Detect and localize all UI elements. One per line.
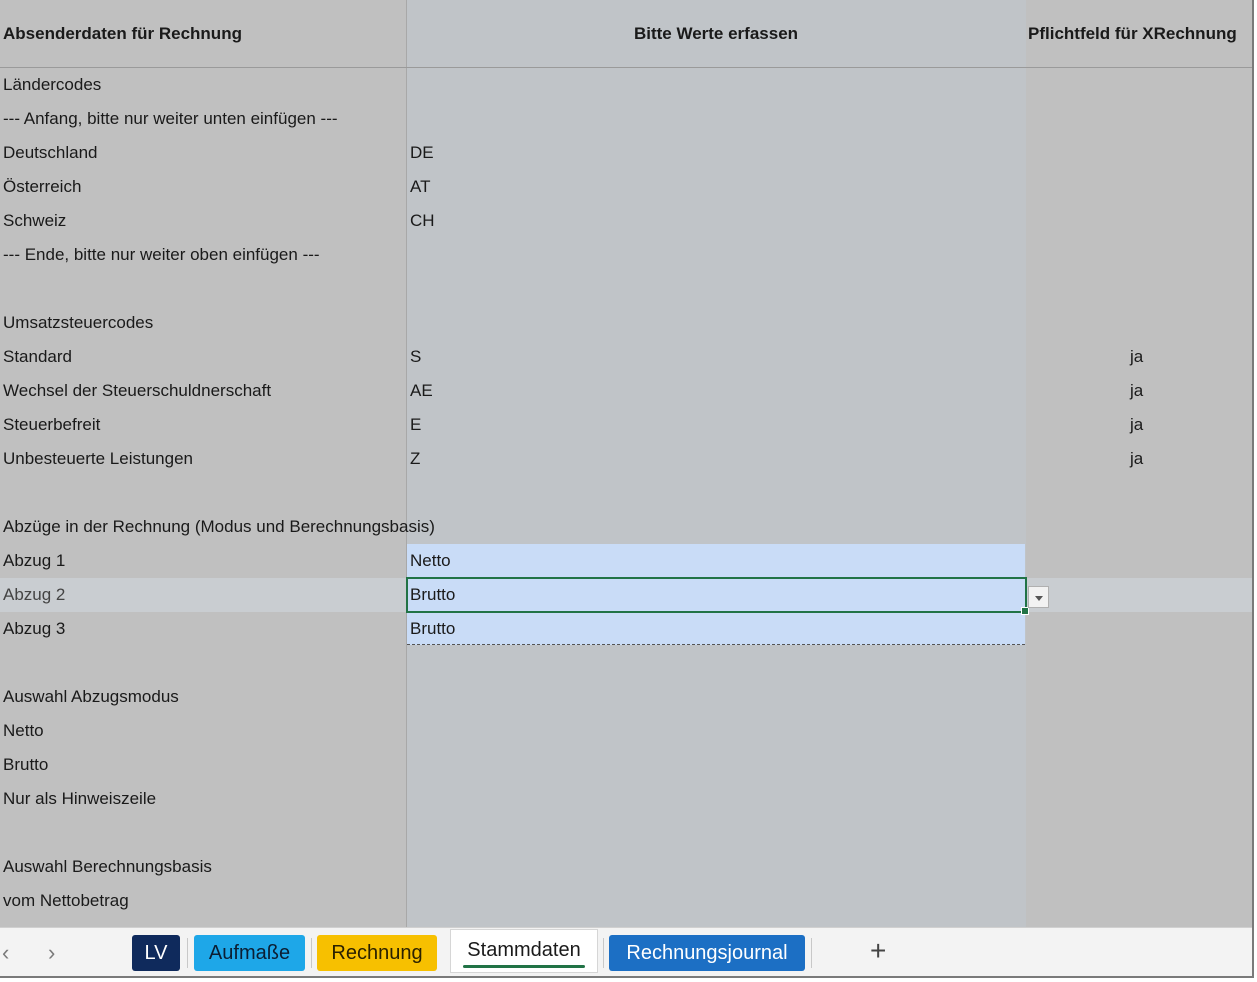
- cell-label: Steuerbefreit: [3, 415, 101, 434]
- cell-label: Auswahl Abzugsmodus: [3, 687, 179, 706]
- cell-label: --- Ende, bitte nur weiter oben einfügen…: [3, 245, 320, 264]
- cell-label: Wechsel der Steuerschuldnerschaft: [3, 381, 272, 400]
- table-row[interactable]: Deutschland DE: [0, 136, 1252, 170]
- tab-stammdaten-label: Stammdaten: [467, 939, 581, 961]
- window-bottom-border: [0, 976, 1254, 978]
- table-row[interactable]: [0, 272, 1252, 306]
- cell-label: Abzug 3: [3, 619, 66, 638]
- cell-value: Brutto: [410, 585, 456, 604]
- header-mandatory-xrechnung: Pflichtfeld für XRechnung: [1028, 24, 1237, 43]
- table-row[interactable]: Abzüge in der Rechnung (Modus und Berech…: [0, 510, 1252, 544]
- cell-label: Abzug 1: [3, 551, 66, 570]
- table-row[interactable]: Auswahl Berechnungsbasis: [0, 850, 1252, 884]
- cell-value: AE: [410, 381, 433, 400]
- cell-label: Brutto: [3, 755, 49, 774]
- cell-label: Abzüge in der Rechnung (Modus und Berech…: [3, 517, 435, 536]
- table-row[interactable]: Brutto: [0, 748, 1252, 782]
- tab-separator: [187, 938, 188, 968]
- cell-label: Nur als Hinweiszeile: [3, 789, 157, 808]
- sheet-tab-bar: ‹ › LV Aufmaße Rechnung Stammdaten Rechn…: [0, 927, 1252, 978]
- cell-label: --- Anfang, bitte nur weiter unten einfü…: [3, 109, 338, 128]
- cell-label: Schweiz: [3, 211, 67, 230]
- table-row[interactable]: Schweiz CH: [0, 204, 1252, 238]
- cell-label: Standard: [3, 347, 72, 366]
- tab-lv[interactable]: LV: [132, 935, 180, 971]
- table-row[interactable]: vom Nettobetrag: [0, 884, 1252, 918]
- cell-value: E: [410, 415, 422, 434]
- table-row[interactable]: Umsatzsteuercodes: [0, 306, 1252, 340]
- cell-value: Brutto: [410, 619, 456, 638]
- cell-mandatory: ja: [1130, 381, 1144, 400]
- cell-value: AT: [410, 177, 431, 196]
- cell-value: S: [410, 347, 422, 366]
- tab-separator: [603, 938, 604, 968]
- cell-label: Abzug 2: [3, 585, 66, 604]
- table-row[interactable]: [0, 476, 1252, 510]
- cell-mandatory: ja: [1130, 415, 1144, 434]
- table-row[interactable]: Abzug 3 Brutto: [0, 612, 1252, 646]
- table-row[interactable]: Wechsel der Steuerschuldnerschaft AE ja: [0, 374, 1252, 408]
- cell-label: Österreich: [3, 177, 82, 196]
- tab-rechnung[interactable]: Rechnung: [317, 935, 437, 971]
- table-row[interactable]: Auswahl Abzugsmodus: [0, 680, 1252, 714]
- tab-scroll-next-icon[interactable]: ›: [48, 938, 55, 968]
- tab-aufmasse[interactable]: Aufmaße: [194, 935, 305, 971]
- cell-label: Netto: [3, 721, 44, 740]
- cell-value: Netto: [410, 551, 451, 570]
- table-row[interactable]: Österreich AT: [0, 170, 1252, 204]
- cell-dropdown-button[interactable]: [1028, 586, 1049, 608]
- cell-label: Deutschland: [3, 143, 98, 162]
- window-right-border: [1252, 0, 1254, 977]
- cell-label: Umsatzsteuercodes: [3, 313, 154, 332]
- table-row[interactable]: Steuerbefreit Eja: [0, 408, 1252, 442]
- tab-stammdaten[interactable]: Stammdaten: [450, 929, 598, 973]
- tab-rechnungsjournal[interactable]: Rechnungsjournal: [609, 935, 805, 971]
- table-row[interactable]: Abzug 2 Brutto: [0, 578, 1252, 612]
- tab-separator: [811, 938, 812, 968]
- cell-label: vom Nettobetrag: [3, 891, 129, 910]
- table-row[interactable]: --- Ende, bitte nur weiter oben einfügen…: [0, 238, 1252, 272]
- cell-mandatory: ja: [1130, 449, 1144, 468]
- table-row[interactable]: Nur als Hinweiszeile: [0, 782, 1252, 816]
- table-row[interactable]: Netto: [0, 714, 1252, 748]
- table-row[interactable]: Abzug 1 Netto: [0, 544, 1252, 578]
- table-row[interactable]: --- Anfang, bitte nur weiter unten einfü…: [0, 102, 1252, 136]
- cell-value: DE: [410, 143, 434, 162]
- table-row[interactable]: Standard Sja: [0, 340, 1252, 374]
- cell-label: Ländercodes: [3, 75, 102, 94]
- cell-label: Unbesteuerte Leistungen: [3, 449, 193, 468]
- header-enter-values: Bitte Werte erfassen: [633, 24, 799, 43]
- tab-separator: [311, 938, 312, 968]
- cell-mandatory: ja: [1130, 347, 1144, 366]
- table-row[interactable]: [0, 646, 1252, 680]
- table-row[interactable]: Unbesteuerte Leistungen Zja: [0, 442, 1252, 476]
- cell-value: Z: [410, 449, 421, 468]
- header-sender-data: Absenderdaten für Rechnung: [3, 24, 242, 43]
- table-row[interactable]: Ländercodes: [0, 68, 1252, 102]
- tab-scroll-prev-icon[interactable]: ‹: [2, 938, 9, 968]
- add-sheet-icon[interactable]: +: [870, 936, 886, 966]
- spreadsheet-grid[interactable]: Absenderdaten für Rechnung Bitte Werte e…: [0, 0, 1252, 927]
- table-row[interactable]: [0, 816, 1252, 850]
- active-tab-underline: [463, 965, 585, 968]
- cell-value: CH: [410, 211, 435, 230]
- cell-label: Auswahl Berechnungsbasis: [3, 857, 212, 876]
